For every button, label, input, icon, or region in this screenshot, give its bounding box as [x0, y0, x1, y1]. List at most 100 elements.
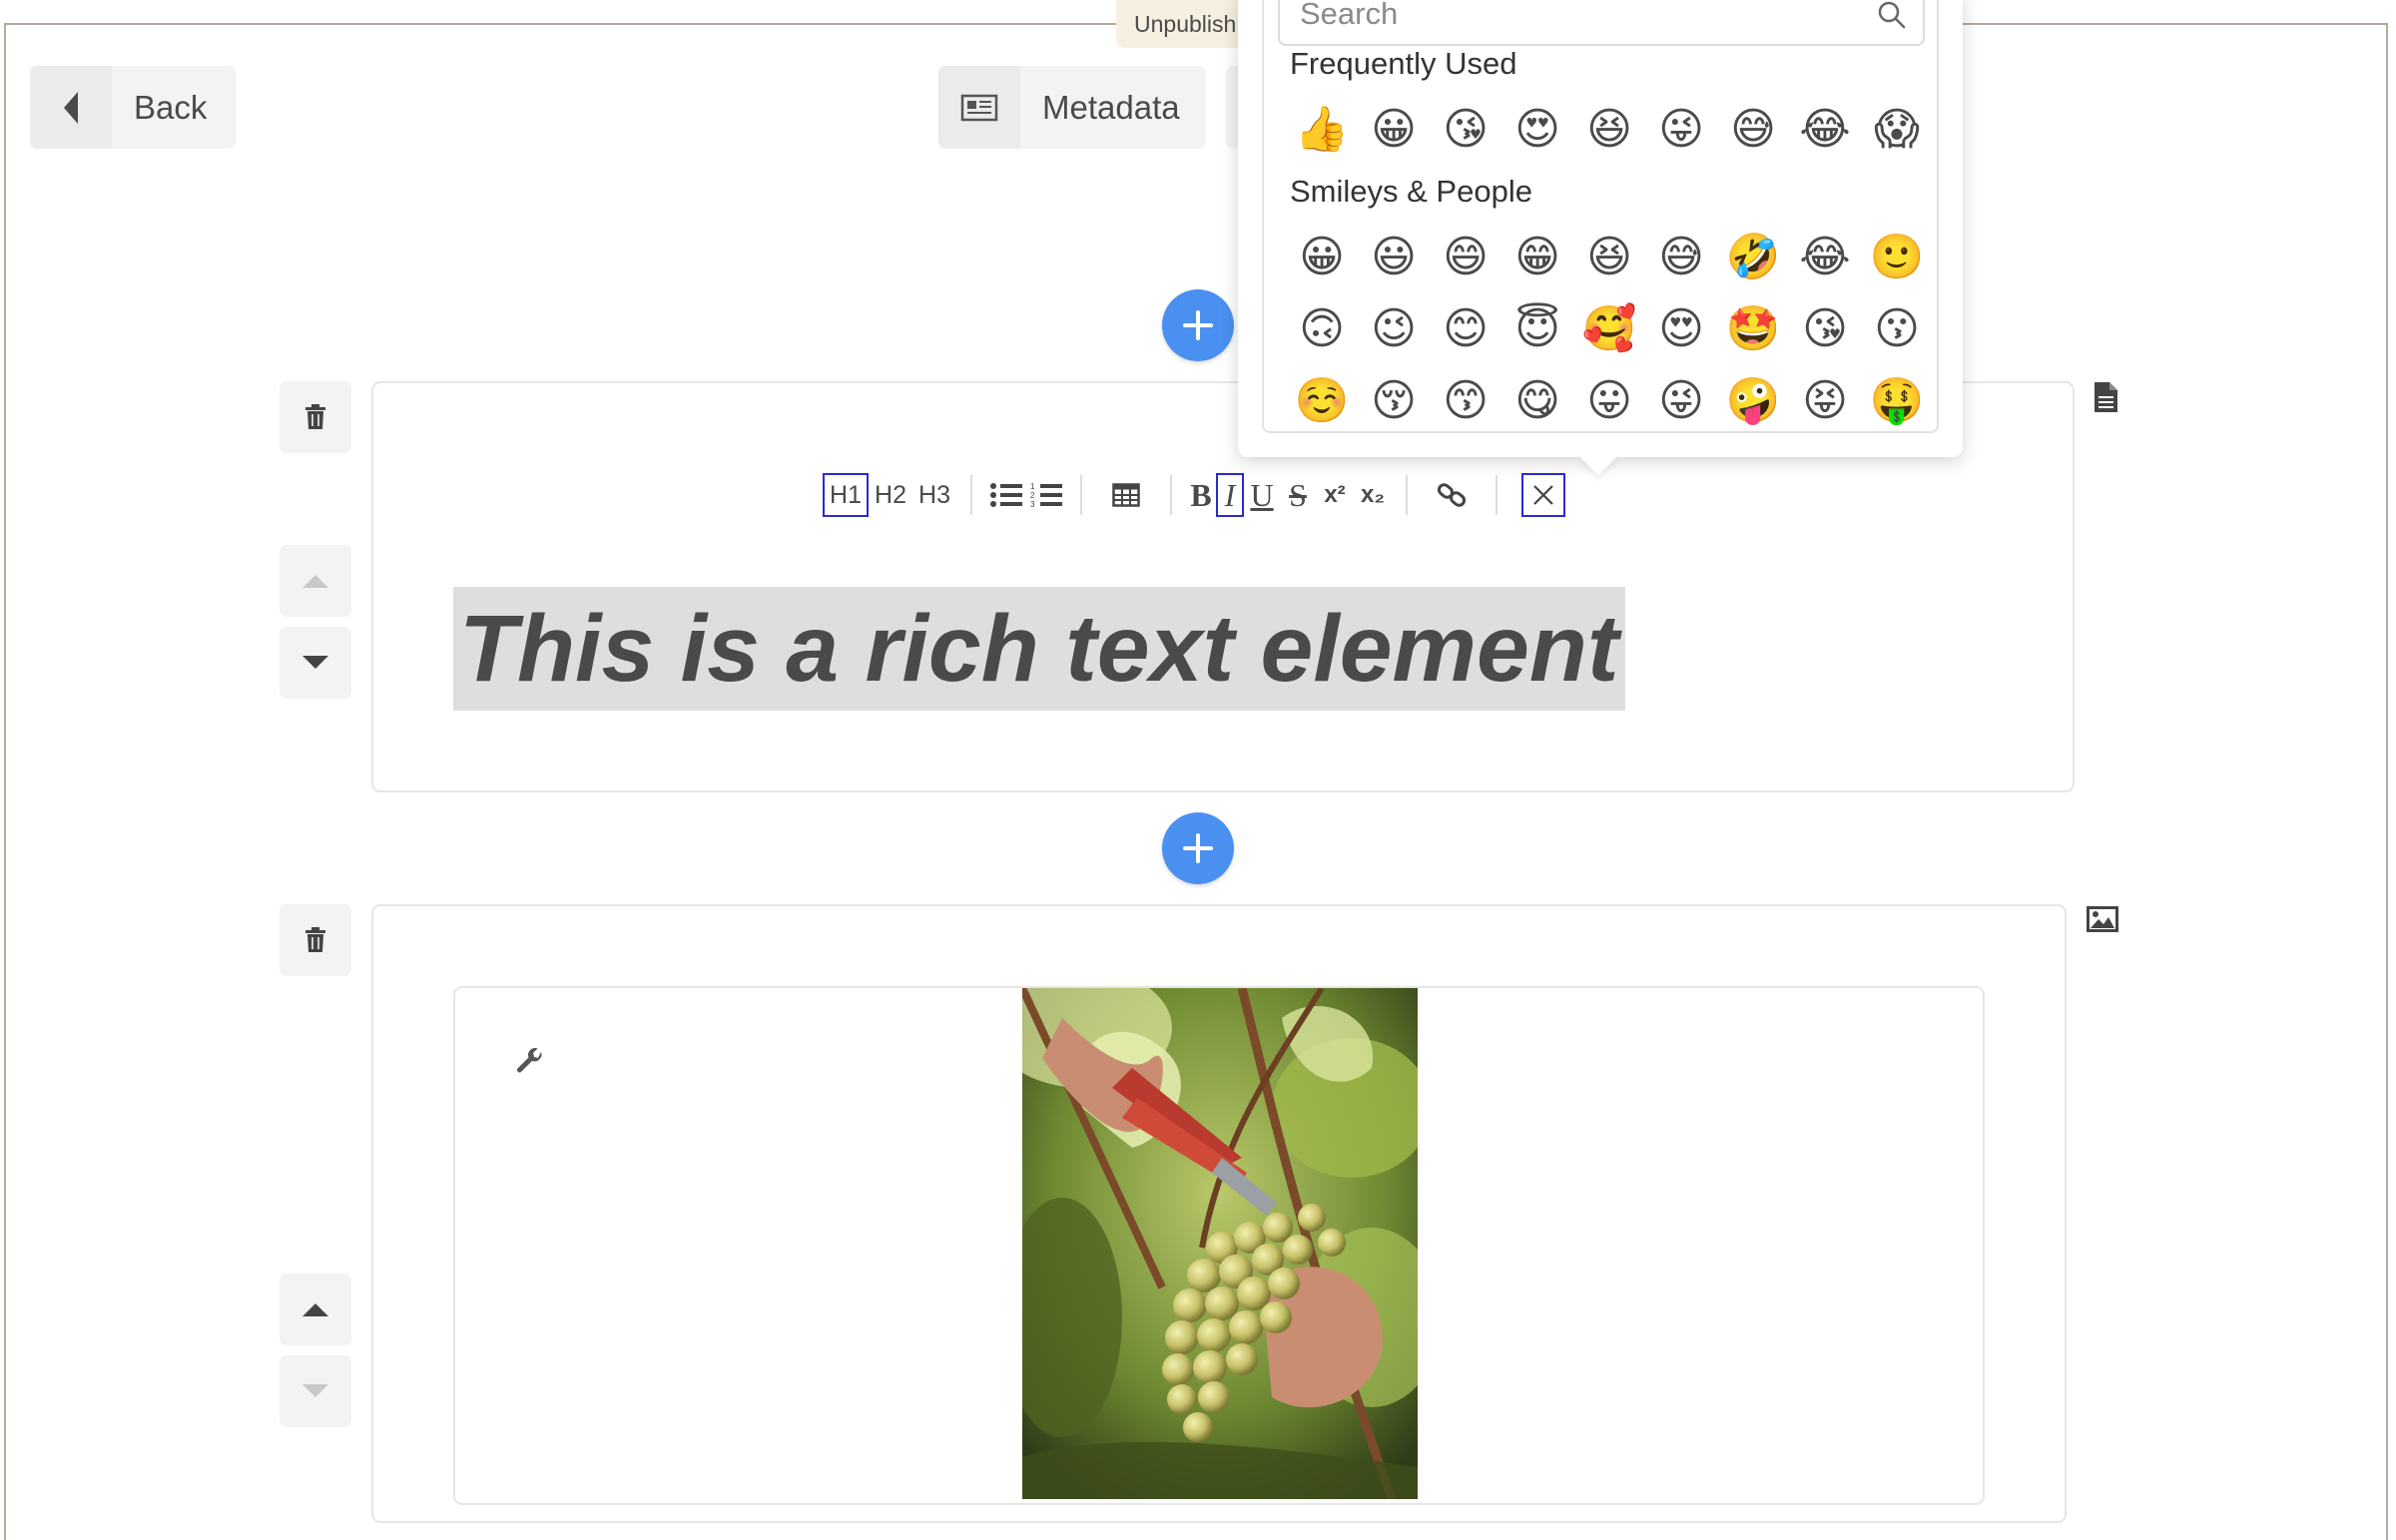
rich-text-content[interactable]: This is a rich text element: [453, 587, 1625, 711]
table-button[interactable]: [1096, 473, 1156, 517]
emoji-item[interactable]: 😊: [1430, 301, 1501, 357]
emoji-close-button[interactable]: [1521, 473, 1565, 517]
numbered-list-icon: 1 2 3: [1030, 482, 1062, 509]
grape-harvest-photo[interactable]: [1022, 988, 1418, 1499]
trash-icon: [305, 927, 325, 952]
emoji-item[interactable]: 😘: [1789, 301, 1861, 357]
plus-icon: [1183, 833, 1213, 863]
bullet-list-button[interactable]: [986, 473, 1026, 517]
emoji-item[interactable]: 😂: [1789, 230, 1861, 285]
back-label: Back: [134, 88, 208, 126]
italic-button[interactable]: I: [1216, 473, 1244, 517]
svg-text:2: 2: [1030, 491, 1035, 500]
emoji-item[interactable]: 🤣: [1717, 230, 1789, 285]
emoji-item[interactable]: 😱: [1861, 102, 1933, 158]
toolbar-divider: [1406, 475, 1408, 515]
plus-icon: [1183, 310, 1213, 340]
heading-3-button[interactable]: H3: [912, 473, 956, 517]
emoji-item[interactable]: 😇: [1501, 301, 1573, 357]
caret-left-icon: [30, 66, 112, 149]
numbered-list-button[interactable]: 1 2 3: [1026, 473, 1066, 517]
emoji-item[interactable]: 😙: [1430, 373, 1501, 429]
emoji-item[interactable]: 🙃: [1286, 301, 1358, 357]
close-icon: [1533, 485, 1553, 505]
status-tag[interactable]: Unpublish: [1116, 0, 1255, 48]
table-icon: [1112, 483, 1140, 507]
move-up-button[interactable]: [280, 545, 351, 617]
underline-button[interactable]: U: [1244, 473, 1280, 517]
emoji-picker-panel: Search Frequently Used 👍 😀 😘 😍 😆 😜 😅 😂 😱…: [1262, 0, 1939, 433]
emoji-item[interactable]: 🙂: [1861, 230, 1933, 285]
emoji-category-title: Frequently Used: [1290, 46, 1517, 81]
toolbar-divider: [1496, 475, 1498, 515]
toolbar-divider: [1080, 475, 1082, 515]
wrench-icon[interactable]: [515, 1048, 545, 1083]
emoji-row: 😀 😃 😄 😁 😆 😅 🤣 😂 🙂: [1286, 230, 1933, 285]
link-icon: [1437, 483, 1467, 507]
bullet-list-icon: [990, 483, 1022, 507]
emoji-item[interactable]: 😀: [1358, 102, 1430, 158]
emoji-row: 🙃 😉 😊 😇 🥰 😍 🤩 😘 😗: [1286, 301, 1933, 357]
emoji-item[interactable]: 😜: [1645, 102, 1717, 158]
emoji-item[interactable]: 😀: [1286, 230, 1358, 285]
delete-block-button[interactable]: [280, 381, 351, 453]
document-icon[interactable]: [2093, 381, 2118, 418]
image-icon[interactable]: [2087, 906, 2118, 937]
metadata-button[interactable]: Metadata: [938, 66, 1206, 149]
emoji-item[interactable]: ☺️: [1286, 373, 1358, 429]
emoji-row: 👍 😀 😘 😍 😆 😜 😅 😂 😱: [1286, 102, 1933, 158]
heading-1-button[interactable]: H1: [823, 473, 869, 517]
emoji-item[interactable]: 😝: [1789, 373, 1861, 429]
superscript-button[interactable]: x²: [1316, 473, 1354, 517]
emoji-category-title: Smileys & People: [1290, 174, 1532, 209]
emoji-item[interactable]: 😂: [1789, 102, 1861, 158]
move-down-button[interactable]: [280, 1355, 351, 1427]
back-button[interactable]: Back: [30, 66, 236, 149]
move-down-button[interactable]: [280, 627, 351, 699]
emoji-item[interactable]: 😋: [1501, 373, 1573, 429]
emoji-item[interactable]: 😗: [1861, 301, 1933, 357]
emoji-item[interactable]: 😉: [1358, 301, 1430, 357]
metadata-label: Metadata: [1042, 88, 1180, 126]
emoji-item[interactable]: 😛: [1573, 373, 1645, 429]
caret-up-icon: [302, 575, 328, 588]
emoji-item[interactable]: 🤑: [1861, 373, 1933, 429]
caret-down-icon: [302, 1384, 328, 1397]
emoji-search-placeholder: Search: [1300, 0, 1399, 31]
add-block-button[interactable]: [1162, 289, 1234, 361]
toolbar-divider: [1170, 475, 1172, 515]
emoji-row: ☺️ 😚 😙 😋 😛 😜 🤪 😝 🤑: [1286, 373, 1933, 429]
bold-button[interactable]: B: [1186, 473, 1216, 517]
emoji-item[interactable]: 😜: [1645, 373, 1717, 429]
trash-icon: [305, 404, 325, 429]
emoji-item[interactable]: 👍: [1286, 102, 1358, 158]
newspaper-icon: [938, 66, 1020, 149]
svg-text:1: 1: [1030, 482, 1035, 491]
emoji-search-input[interactable]: Search: [1278, 0, 1925, 46]
heading-2-button[interactable]: H2: [869, 473, 912, 517]
emoji-item[interactable]: 😄: [1430, 230, 1501, 285]
emoji-item[interactable]: 😁: [1501, 230, 1573, 285]
emoji-item[interactable]: 😆: [1573, 230, 1645, 285]
link-button[interactable]: [1422, 473, 1482, 517]
emoji-item[interactable]: 😘: [1430, 102, 1501, 158]
emoji-item[interactable]: 😍: [1645, 301, 1717, 357]
subscript-button[interactable]: x₂: [1354, 473, 1392, 517]
strikethrough-button[interactable]: S: [1280, 473, 1316, 517]
emoji-item[interactable]: 😍: [1501, 102, 1573, 158]
search-icon: [1878, 1, 1906, 29]
rich-text-toolbar: H1 H2 H3 1 2 3 B I U S x² x₂: [823, 471, 1565, 519]
emoji-item[interactable]: 😅: [1645, 230, 1717, 285]
emoji-item[interactable]: 😆: [1573, 102, 1645, 158]
emoji-item[interactable]: 🥰: [1573, 301, 1645, 357]
caret-down-icon: [302, 656, 328, 669]
delete-block-button[interactable]: [280, 904, 351, 976]
emoji-item[interactable]: 😅: [1717, 102, 1789, 158]
emoji-item[interactable]: 🤩: [1717, 301, 1789, 357]
add-block-button[interactable]: [1162, 812, 1234, 884]
emoji-item[interactable]: 😃: [1358, 230, 1430, 285]
emoji-item[interactable]: 🤪: [1717, 373, 1789, 429]
svg-text:3: 3: [1030, 500, 1035, 509]
emoji-item[interactable]: 😚: [1358, 373, 1430, 429]
move-up-button[interactable]: [280, 1274, 351, 1345]
